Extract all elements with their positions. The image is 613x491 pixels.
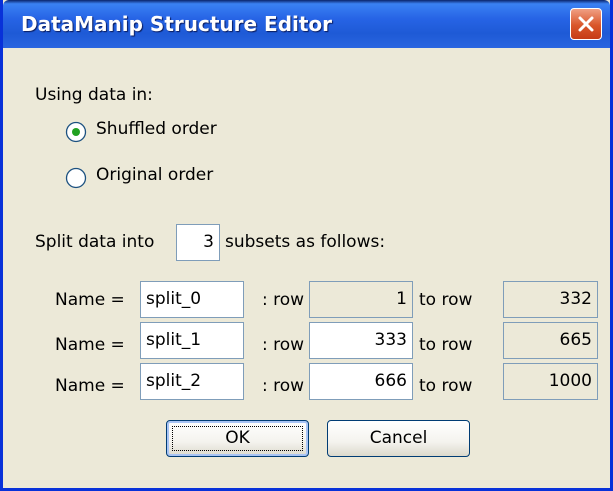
radio-selected-icon [65,121,87,143]
cancel-label: Cancel [369,428,428,448]
from-row-field: 1 [309,281,413,318]
subset-name-input[interactable]: split_0 [140,281,244,318]
split-suffix-label: subsets as follows: [225,232,386,252]
ok-button[interactable]: OK [166,420,309,457]
subset-name-input[interactable]: split_2 [140,363,244,400]
radio-original-order[interactable] [65,167,87,189]
radio-shuffled-order[interactable] [65,121,87,143]
title-bar[interactable]: DataManip Structure Editor [3,0,610,48]
row-label: : row [262,335,305,355]
window-title: DataManip Structure Editor [21,12,333,36]
subset-name-input[interactable]: split_1 [140,322,244,359]
to-row-field: 1000 [503,363,598,400]
focus-ring [172,426,303,451]
dialog-window: DataManip Structure Editor Using data in… [0,0,613,491]
to-row-label: to row [419,290,473,310]
name-label: Name = [55,290,125,310]
to-row-field: 332 [503,281,598,318]
subset-count-input[interactable]: 3 [176,224,220,261]
radio-unselected-icon [65,167,87,189]
from-row-input[interactable]: 666 [309,363,413,400]
from-row-input[interactable]: 333 [309,322,413,359]
to-row-field: 665 [503,322,598,359]
split-prefix-label: Split data into [35,232,155,252]
name-label: Name = [55,376,125,396]
radio-label-original[interactable]: Original order [96,165,213,185]
close-button[interactable] [570,8,602,40]
name-label: Name = [55,335,125,355]
row-label: : row [262,376,305,396]
to-row-label: to row [419,376,473,396]
row-label: : row [262,290,305,310]
to-row-label: to row [419,335,473,355]
cancel-button[interactable]: Cancel [327,420,470,457]
using-data-label: Using data in: [35,85,153,105]
radio-label-shuffled[interactable]: Shuffled order [96,119,217,139]
